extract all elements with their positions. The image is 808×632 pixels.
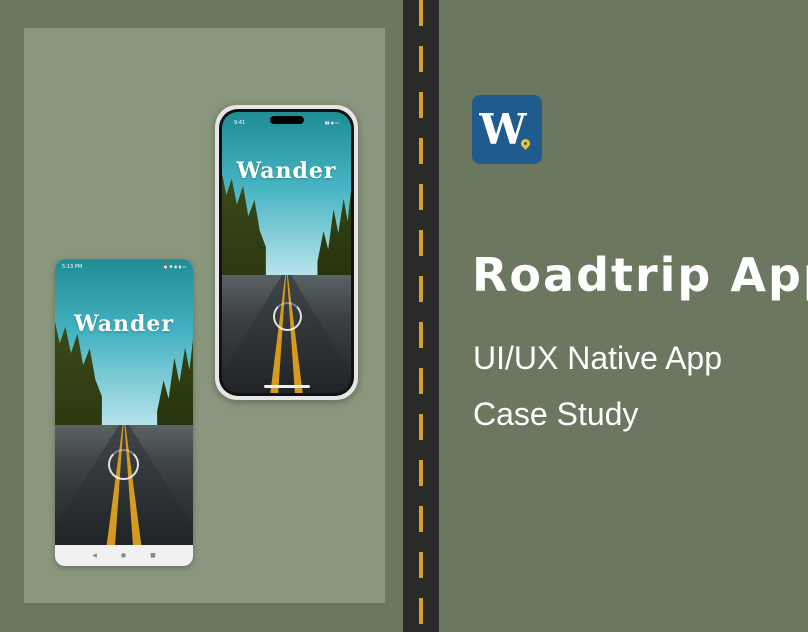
headline: Roadtrip App <box>472 248 808 302</box>
loading-spinner-icon <box>108 449 139 480</box>
android-phone-mockup: 5:13 PM ⏰ ✱ ◉ ▮ ▭ Wander ◀ ● ■ <box>55 259 193 566</box>
android-nav-bar: ◀ ● ■ <box>55 545 193 566</box>
subtitle-line-2: Case Study <box>473 396 639 432</box>
android-splash-screen: 5:13 PM ⏰ ✱ ◉ ▮ ▭ Wander <box>55 259 193 545</box>
nav-back-icon[interactable]: ◀ <box>92 552 97 559</box>
road-divider <box>403 0 439 632</box>
iphone-status-time: 9:41 <box>234 120 246 126</box>
iphone-status-icons: ▮▮ ◉ ▭ <box>324 120 339 125</box>
app-title: Wander <box>73 311 174 337</box>
wander-logo-icon: W <box>472 95 542 164</box>
app-title: Wander <box>236 158 337 184</box>
nav-recent-icon[interactable]: ■ <box>150 552 156 559</box>
loading-spinner-icon <box>273 302 302 331</box>
dynamic-island <box>269 116 304 124</box>
nav-home-icon[interactable]: ● <box>121 552 126 559</box>
home-indicator[interactable] <box>263 385 310 388</box>
android-status-icons: ⏰ ✱ ◉ ▮ ▭ <box>163 264 186 269</box>
iphone-frame: 9:41 ▮▮ ◉ ▭ Wander <box>219 109 354 396</box>
android-status-time: 5:13 PM <box>62 264 83 270</box>
subtitle-line-1: UI/UX Native App <box>473 340 722 376</box>
iphone-splash-screen: 9:41 ▮▮ ◉ ▭ Wander <box>222 112 351 393</box>
iphone-mockup: 9:41 ▮▮ ◉ ▭ Wander <box>215 105 358 400</box>
